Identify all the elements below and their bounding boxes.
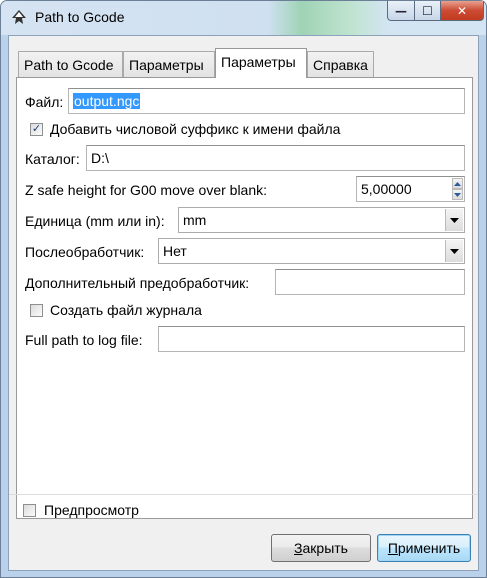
tab-parameters-2[interactable]: Параметры — [215, 48, 307, 78]
spin-buttons — [452, 178, 463, 200]
unit-value: mm — [183, 212, 207, 228]
postprocessor-dropdown-button[interactable] — [445, 240, 463, 262]
maximize-icon: ☐ — [422, 3, 433, 18]
preview-checkbox[interactable] — [23, 504, 36, 517]
directory-label: Каталог: — [25, 151, 80, 167]
directory-value: D:\ — [91, 150, 109, 166]
separator — [9, 494, 478, 495]
inkscape-app-icon — [12, 10, 26, 24]
apply-label: рименить — [397, 540, 461, 556]
minimize-button[interactable]: — — [387, 1, 415, 21]
arrow-down-icon — [454, 192, 461, 197]
z-safe-value: 5,00000 — [361, 181, 412, 197]
directory-input[interactable]: D:\ — [86, 145, 465, 171]
unit-dropdown-button[interactable] — [445, 209, 463, 231]
minimize-icon: — — [395, 3, 407, 18]
close-button[interactable]: Закрыть — [271, 534, 371, 562]
title-bar[interactable]: Path to Gcode — ☐ ✕ — [1, 1, 486, 35]
file-value: output.ngc — [73, 93, 141, 109]
spin-up-button[interactable] — [452, 178, 463, 189]
window-title: Path to Gcode — [35, 9, 125, 25]
close-window-button[interactable]: ✕ — [440, 1, 484, 21]
postprocessor-select[interactable]: Нет — [158, 238, 465, 264]
file-label: Файл: — [25, 94, 64, 110]
arrow-up-icon — [454, 181, 461, 186]
log-path-input[interactable] — [158, 326, 465, 352]
chevron-down-icon — [450, 217, 459, 223]
dialog-window: Path to Gcode — ☐ ✕ Path to Gcode Параме… — [0, 0, 487, 578]
tab-help[interactable]: Справка — [307, 51, 374, 77]
postprocessor-value: Нет — [163, 243, 187, 259]
close-icon: ✕ — [456, 3, 468, 18]
tab-path-to-gcode[interactable]: Path to Gcode — [18, 51, 123, 77]
dialog-client: Path to Gcode Параметры Параметры Справк… — [8, 35, 479, 571]
file-input[interactable]: output.ngc — [68, 88, 465, 114]
close-label: акрыть — [302, 540, 348, 556]
preprocessor-input[interactable] — [275, 269, 465, 295]
tab-label: Параметры — [221, 54, 296, 70]
postprocessor-label: Послеобработчик: — [25, 244, 145, 260]
suffix-checkbox[interactable]: ✓ — [30, 123, 43, 136]
tab-label: Path to Gcode — [24, 57, 114, 73]
tab-label: Справка — [313, 57, 368, 73]
apply-button[interactable]: Применить — [377, 534, 471, 562]
close-mnemonic: З — [294, 540, 303, 556]
unit-select[interactable]: mm — [178, 207, 465, 233]
apply-mnemonic: П — [387, 540, 398, 556]
maximize-button[interactable]: ☐ — [414, 1, 441, 21]
spin-down-button[interactable] — [452, 189, 463, 200]
chevron-down-icon — [450, 248, 459, 254]
log-path-label: Full path to log file: — [25, 332, 143, 348]
z-safe-spinbox[interactable]: 5,00000 — [356, 176, 465, 202]
tab-label: Параметры — [129, 57, 204, 73]
tab-panel: Файл: output.ngc ✓ Добавить числовой суф… — [16, 77, 473, 519]
unit-label: Единица (mm или in): — [25, 213, 165, 229]
suffix-checkbox-label[interactable]: Добавить числовой суффикс к имени файла — [50, 121, 340, 137]
log-checkbox[interactable] — [30, 304, 43, 317]
preprocessor-label: Дополнительный предобработчик: — [25, 275, 250, 291]
preview-label[interactable]: Предпросмотр — [44, 502, 139, 518]
z-safe-label: Z safe height for G00 move over blank: — [25, 182, 268, 198]
log-checkbox-label[interactable]: Создать файл журнала — [50, 302, 202, 318]
tab-parameters-1[interactable]: Параметры — [123, 51, 215, 77]
